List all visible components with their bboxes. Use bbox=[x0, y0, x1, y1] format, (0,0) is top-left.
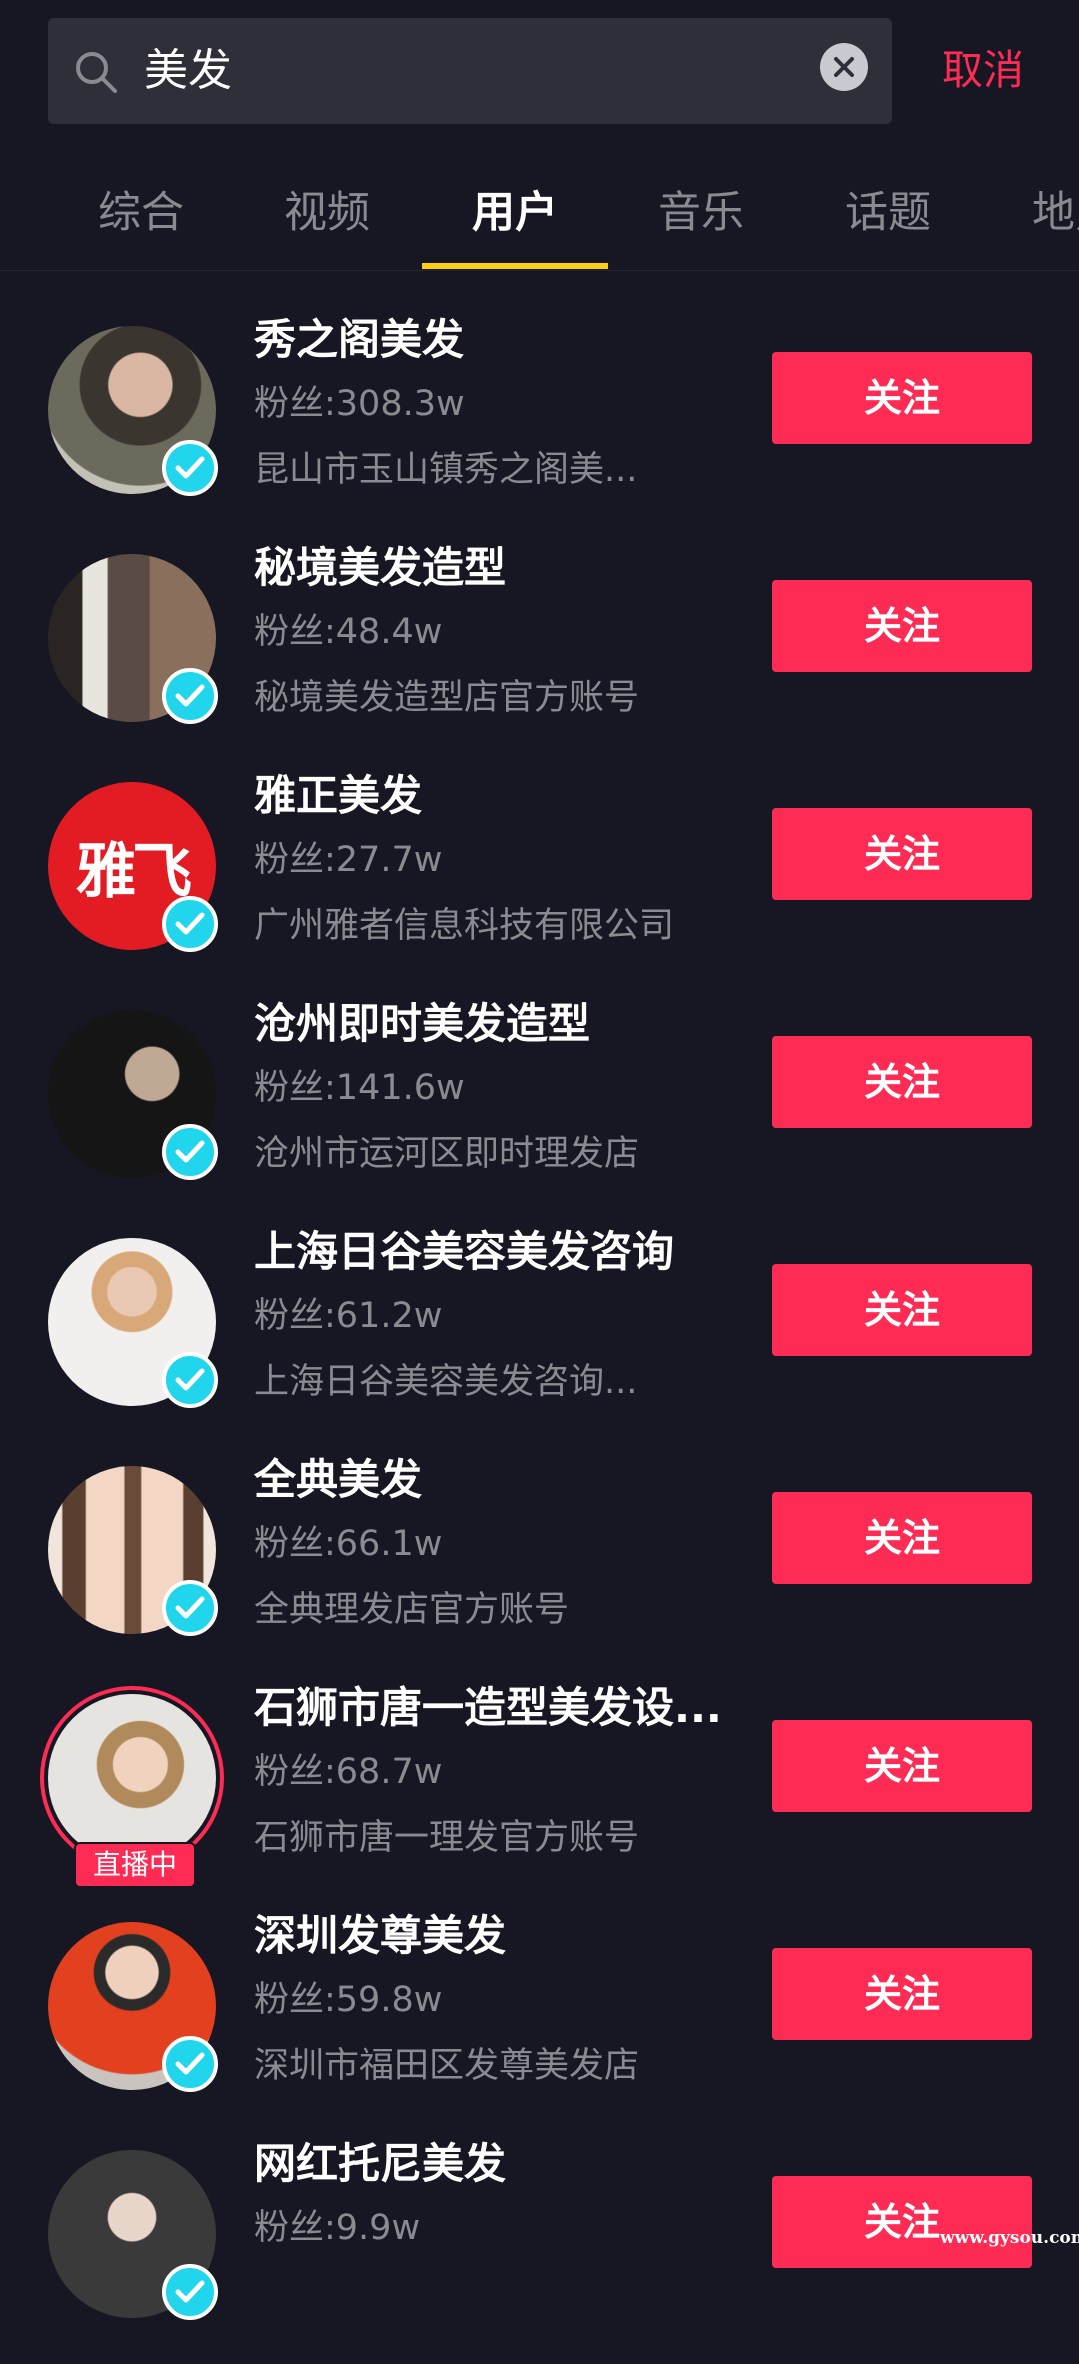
follow-button[interactable]: 关注 bbox=[772, 808, 1032, 900]
user-row[interactable]: 雅飞 雅正美发 粉丝:27.7w 广州雅者信息科技有限公司 关注 bbox=[0, 768, 1079, 996]
avatar[interactable] bbox=[48, 1238, 218, 1408]
user-row[interactable]: 全典美发 粉丝:66.1w 全典理发店官方账号 关注 bbox=[0, 1452, 1079, 1680]
tabs-divider bbox=[0, 270, 1079, 271]
user-description: 全典理发店官方账号 bbox=[254, 1590, 570, 1630]
user-name: 雅正美发 bbox=[254, 771, 423, 820]
cancel-button[interactable]: 取消 bbox=[942, 42, 1024, 98]
user-name: 网红托尼美发 bbox=[254, 2139, 507, 2188]
user-row[interactable]: 秘境美发造型 粉丝:48.4w 秘境美发造型店官方账号 关注 bbox=[0, 540, 1079, 768]
follower-count: 粉丝:59.8w bbox=[254, 1980, 443, 2020]
follow-button[interactable]: 关注 bbox=[772, 352, 1032, 444]
clear-search-button[interactable] bbox=[820, 43, 868, 91]
user-name: 深圳发尊美发 bbox=[254, 1911, 507, 1960]
verified-badge-icon bbox=[162, 668, 218, 724]
avatar[interactable] bbox=[48, 1922, 218, 2092]
follower-count: 粉丝:68.7w bbox=[254, 1752, 443, 1792]
user-row[interactable]: 深圳发尊美发 粉丝:59.8w 深圳市福田区发尊美发店 关注 bbox=[0, 1908, 1079, 2136]
user-description: 上海日谷美容美发咨询... bbox=[254, 1362, 638, 1402]
tab-music[interactable]: 音乐 bbox=[607, 184, 795, 242]
follower-count: 粉丝:61.2w bbox=[254, 1296, 443, 1336]
user-row[interactable]: 网红托尼美发 粉丝:9.9w 关注 bbox=[0, 2136, 1079, 2364]
avatar[interactable] bbox=[48, 2150, 218, 2320]
avatar[interactable] bbox=[48, 1010, 218, 1180]
avatar[interactable] bbox=[48, 326, 218, 496]
search-icon bbox=[76, 52, 117, 93]
user-description: 昆山市玉山镇秀之阁美... bbox=[254, 450, 638, 490]
user-row[interactable]: 直播中 石狮市唐一造型美发设... 粉丝:68.7w 石狮市唐一理发官方账号 关… bbox=[0, 1680, 1079, 1908]
search-tabs: 综合 视频 用户 音乐 话题 地点 bbox=[0, 160, 1079, 270]
follower-count: 粉丝:308.3w bbox=[254, 384, 465, 424]
follow-button[interactable]: 关注 bbox=[772, 1948, 1032, 2040]
user-row[interactable]: 上海日谷美容美发咨询 粉丝:61.2w 上海日谷美容美发咨询... 关注 bbox=[0, 1224, 1079, 1452]
follower-count: 粉丝:66.1w bbox=[254, 1524, 443, 1564]
user-name: 秀之阁美发 bbox=[254, 315, 465, 364]
user-name: 沧州即时美发造型 bbox=[254, 999, 591, 1048]
user-row[interactable]: 沧州即时美发造型 粉丝:141.6w 沧州市运河区即时理发店 关注 bbox=[0, 996, 1079, 1224]
verified-badge-icon bbox=[162, 440, 218, 496]
follow-button[interactable]: 关注 bbox=[772, 1264, 1032, 1356]
live-badge: 直播中 bbox=[74, 1842, 196, 1888]
close-icon bbox=[834, 57, 854, 77]
follower-count: 粉丝:141.6w bbox=[254, 1068, 465, 1108]
user-name: 石狮市唐一造型美发设... bbox=[254, 1683, 722, 1732]
follow-button[interactable]: 关注 bbox=[772, 1492, 1032, 1584]
search-bar[interactable]: 美发 bbox=[48, 18, 892, 124]
verified-badge-icon bbox=[162, 1580, 218, 1636]
avatar[interactable]: 直播中 bbox=[40, 1686, 224, 1888]
user-description: 秘境美发造型店官方账号 bbox=[254, 678, 640, 718]
follower-count: 粉丝:48.4w bbox=[254, 612, 443, 652]
watermark: www.gysou.com bbox=[940, 2228, 1079, 2248]
follow-button[interactable]: 关注 bbox=[772, 1720, 1032, 1812]
verified-badge-icon bbox=[162, 1124, 218, 1180]
avatar[interactable]: 雅飞 bbox=[48, 782, 218, 952]
user-name: 全典美发 bbox=[254, 1455, 423, 1504]
brand-logo: 雅飞 bbox=[76, 836, 192, 907]
user-description: 石狮市唐一理发官方账号 bbox=[254, 1818, 640, 1858]
verified-badge-icon bbox=[162, 1352, 218, 1408]
follow-button[interactable]: 关注 bbox=[772, 2176, 1032, 2268]
active-tab-indicator bbox=[422, 263, 608, 269]
tab-videos[interactable]: 视频 bbox=[233, 184, 421, 242]
user-name: 秘境美发造型 bbox=[254, 543, 507, 592]
user-name: 上海日谷美容美发咨询 bbox=[254, 1227, 675, 1276]
verified-badge-icon bbox=[162, 2264, 218, 2320]
user-description: 深圳市福田区发尊美发店 bbox=[254, 2046, 640, 2086]
follower-count: 粉丝:27.7w bbox=[254, 840, 443, 880]
follower-count: 粉丝:9.9w bbox=[254, 2208, 421, 2248]
follow-button[interactable]: 关注 bbox=[772, 1036, 1032, 1128]
verified-badge-icon bbox=[162, 896, 218, 952]
tab-topics[interactable]: 话题 bbox=[794, 184, 982, 242]
avatar[interactable] bbox=[48, 1466, 218, 1636]
follow-button[interactable]: 关注 bbox=[772, 580, 1032, 672]
user-description: 广州雅者信息科技有限公司 bbox=[254, 906, 675, 946]
tab-comprehensive[interactable]: 综合 bbox=[47, 184, 235, 242]
tab-places[interactable]: 地点 bbox=[978, 184, 1079, 242]
verified-badge-icon bbox=[162, 2036, 218, 2092]
search-input[interactable]: 美发 bbox=[144, 42, 232, 100]
tab-users[interactable]: 用户 bbox=[421, 184, 609, 242]
user-row[interactable]: 秀之阁美发 粉丝:308.3w 昆山市玉山镇秀之阁美... 关注 bbox=[0, 312, 1079, 540]
user-description: 沧州市运河区即时理发店 bbox=[254, 1134, 640, 1174]
avatar[interactable] bbox=[48, 554, 218, 724]
